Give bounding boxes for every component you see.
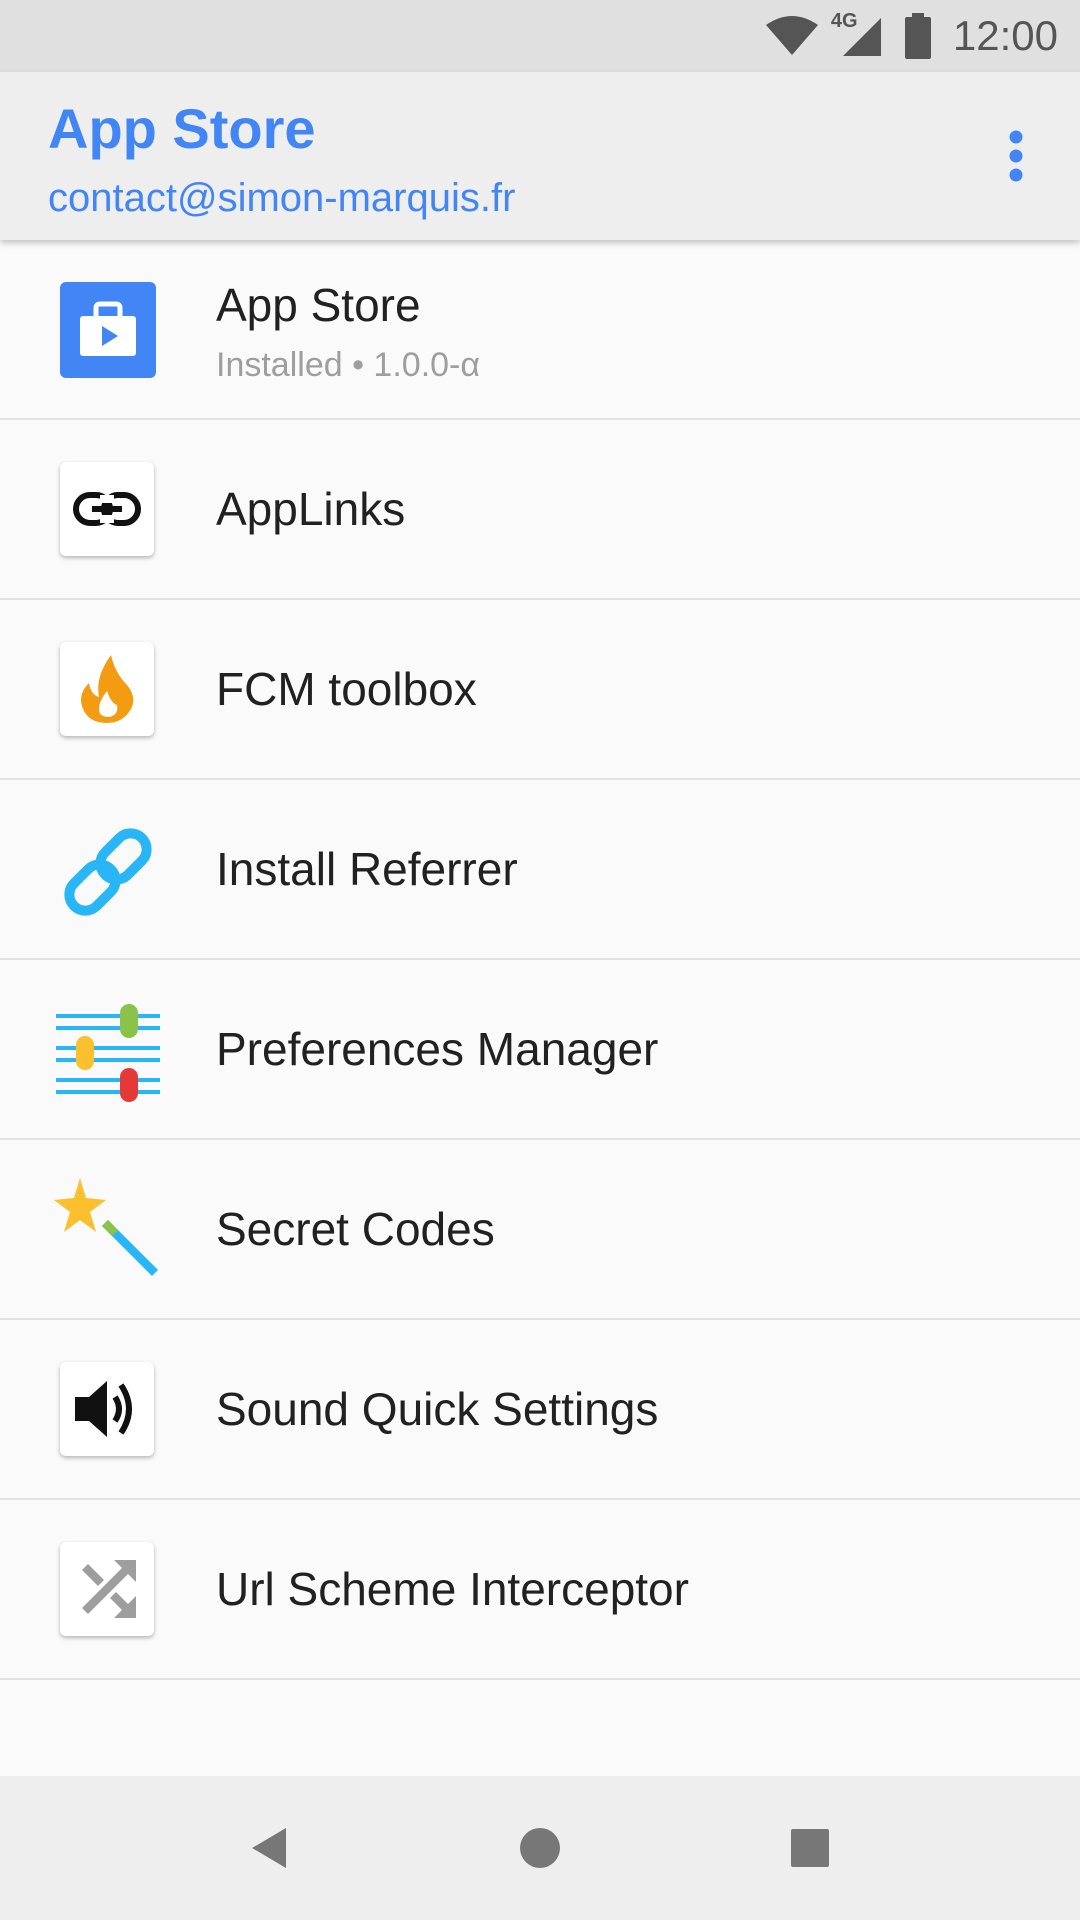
recents-icon (791, 1829, 829, 1867)
overflow-menu-button[interactable] (976, 116, 1056, 196)
clock: 12:00 (952, 12, 1058, 59)
flame-icon (60, 642, 154, 736)
list-item-applinks[interactable]: AppLinks (0, 420, 1080, 600)
speaker-icon (60, 1362, 154, 1456)
app-name: FCM toolbox (216, 663, 477, 715)
app-bar: App Store contact@simon-marquis.fr (0, 72, 1080, 240)
app-name: Preferences Manager (216, 1023, 659, 1075)
list-item-fcm-toolbox[interactable]: FCM toolbox (0, 600, 1080, 780)
list-item-secret-codes[interactable]: Secret Codes (0, 1140, 1080, 1320)
magic-wand-icon (54, 1176, 162, 1284)
status-icons: 4G 12:00 (765, 0, 1058, 72)
account-email: contact@simon-marquis.fr (48, 176, 516, 220)
recents-button[interactable] (770, 1808, 850, 1888)
network-type-label: 4G (830, 10, 858, 32)
app-name: Url Scheme Interceptor (216, 1563, 689, 1615)
shuffle-icon (60, 1542, 154, 1636)
app-install-status: Installed • 1.0.0-α (216, 346, 481, 384)
app-name: AppLinks (216, 483, 406, 535)
app-store-icon (60, 282, 156, 378)
back-button[interactable] (230, 1808, 310, 1888)
battery-icon (904, 13, 931, 59)
navigation-bar (0, 1776, 1080, 1920)
list-item-sound-quick-settings[interactable]: Sound Quick Settings (0, 1320, 1080, 1500)
app-name: Secret Codes (216, 1203, 495, 1255)
sliders-icon (54, 998, 162, 1106)
home-icon (520, 1828, 560, 1868)
list-item-url-scheme-interceptor[interactable]: Url Scheme Interceptor (0, 1500, 1080, 1680)
cellular-signal-icon: 4G (830, 10, 889, 60)
home-button[interactable] (500, 1808, 580, 1888)
status-bar: 4G 12:00 (0, 0, 1080, 72)
app-list: App Store Installed • 1.0.0-α AppLinks F… (0, 240, 1080, 1680)
back-icon (252, 1828, 286, 1868)
app-name: Install Referrer (216, 843, 518, 895)
chain-link-icon (54, 818, 162, 926)
more-vert-icon (1009, 130, 1023, 182)
wifi-icon (765, 16, 818, 55)
list-item-preferences-manager[interactable]: Preferences Manager (0, 960, 1080, 1140)
page-title: App Store (48, 97, 316, 160)
app-name: Sound Quick Settings (216, 1383, 659, 1435)
link-icon (60, 462, 154, 556)
list-item-app-store[interactable]: App Store Installed • 1.0.0-α (0, 240, 1080, 420)
list-item-install-referrer[interactable]: Install Referrer (0, 780, 1080, 960)
app-name: App Store (216, 279, 421, 331)
